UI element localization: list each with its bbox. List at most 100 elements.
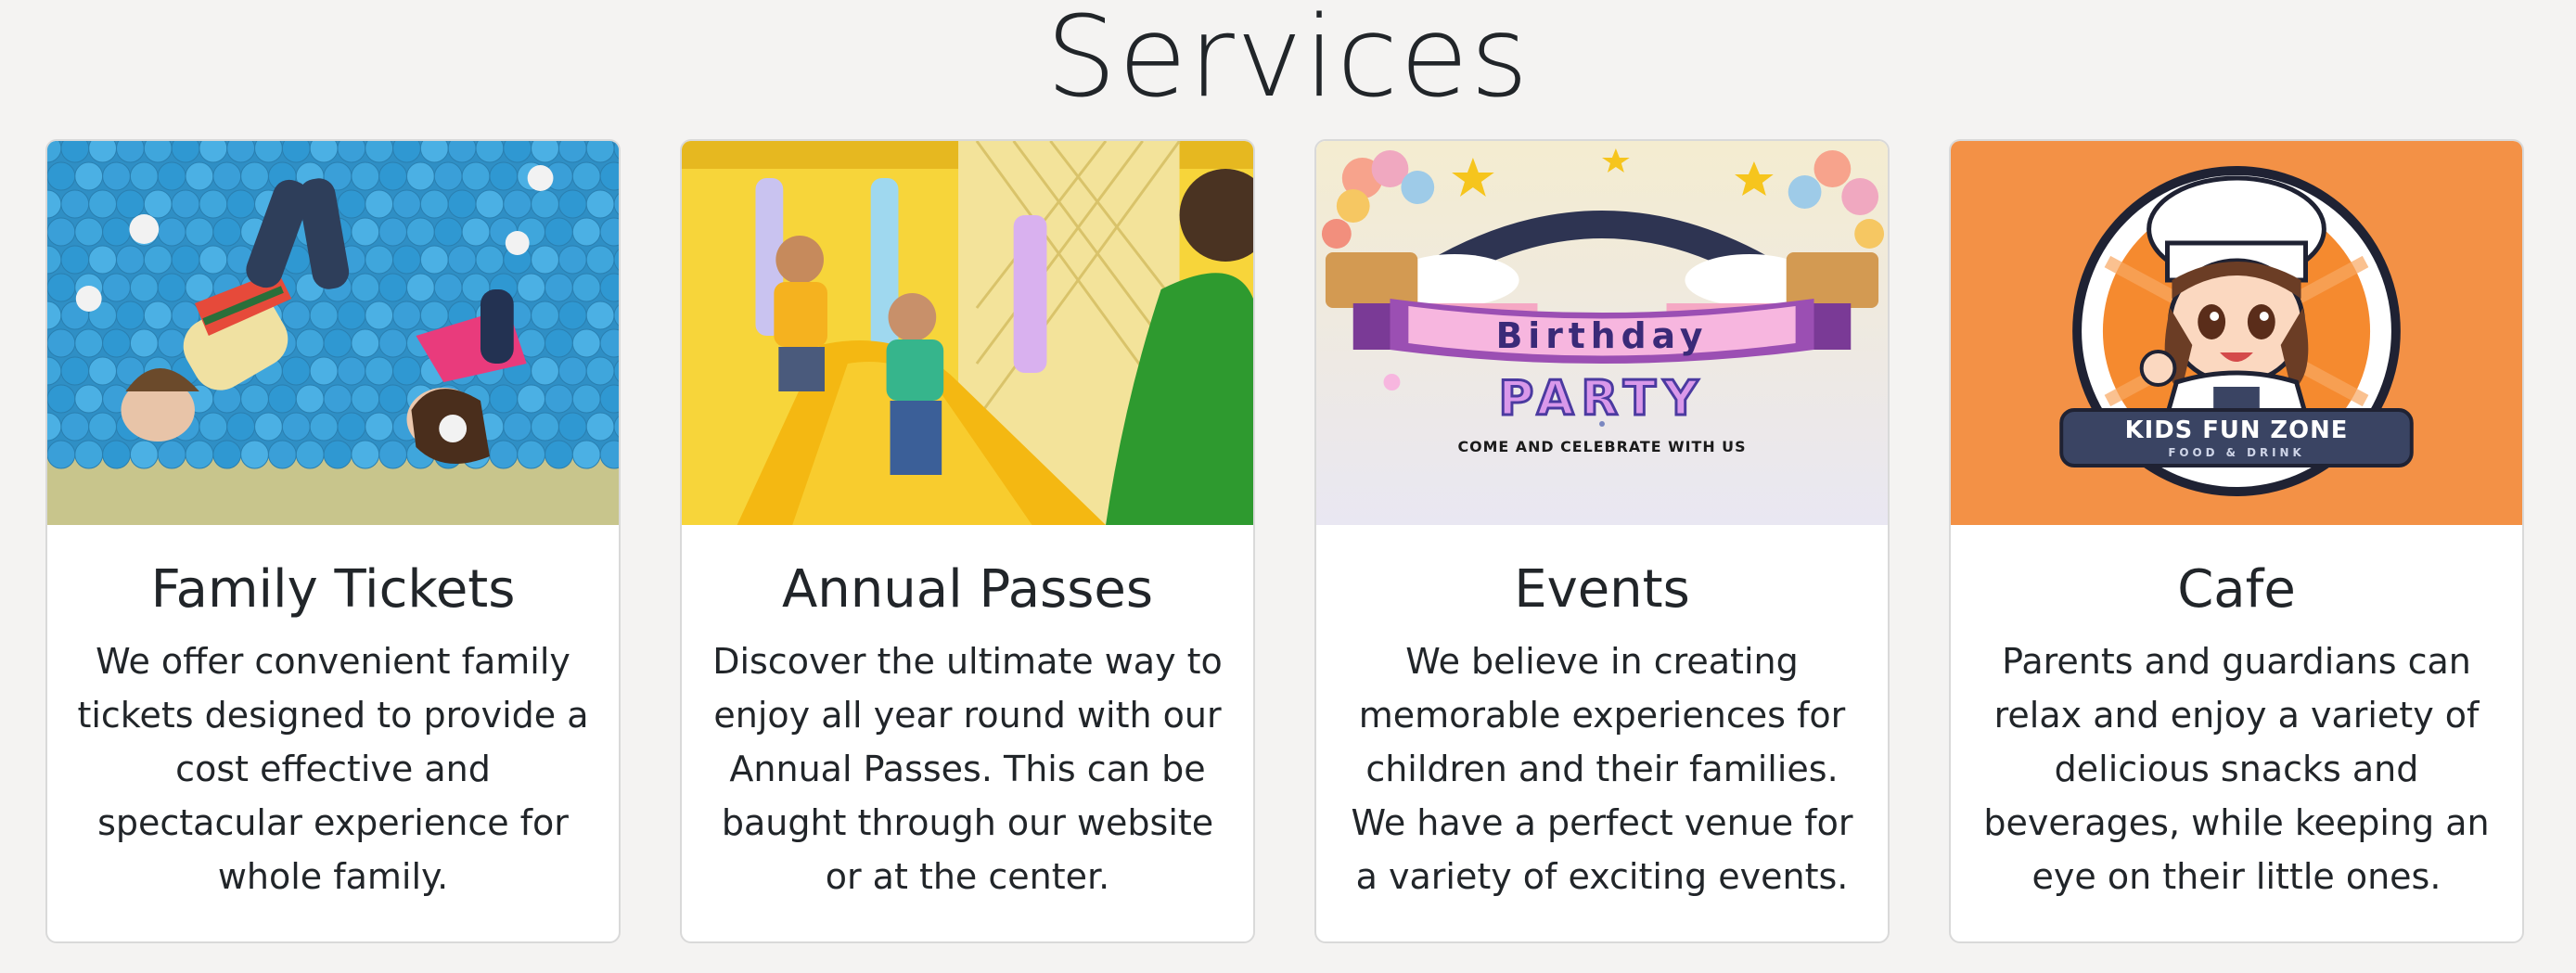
ball bbox=[226, 412, 256, 442]
ball bbox=[240, 440, 269, 469]
ball bbox=[323, 384, 352, 414]
ball bbox=[116, 301, 145, 330]
card-title: Family Tickets bbox=[150, 559, 516, 620]
ball bbox=[531, 301, 559, 330]
card-title: Annual Passes bbox=[781, 559, 1153, 620]
service-card-events[interactable]: Birthday PARTY COME AND CELEBRATE WITH U… bbox=[1314, 139, 1890, 943]
ball bbox=[365, 245, 394, 275]
ball bbox=[405, 217, 435, 247]
card-description: Discover the ultimate way to enjoy all y… bbox=[712, 641, 1223, 897]
ball bbox=[545, 328, 573, 358]
ball bbox=[102, 328, 131, 358]
ball bbox=[337, 301, 366, 330]
ball bbox=[240, 161, 269, 191]
ball bbox=[461, 161, 491, 191]
ball bbox=[88, 356, 118, 386]
ball bbox=[281, 356, 311, 386]
ball bbox=[337, 412, 366, 442]
ball bbox=[475, 189, 505, 219]
ball bbox=[489, 161, 519, 191]
ball bbox=[419, 245, 449, 275]
ball bbox=[323, 440, 352, 469]
ball bbox=[433, 161, 463, 191]
poster-tagline-text: COME AND CELEBRATE WITH US bbox=[1457, 438, 1746, 455]
ball bbox=[171, 245, 200, 275]
birthday-party-image: Birthday PARTY COME AND CELEBRATE WITH U… bbox=[1316, 141, 1888, 525]
poster-headline-text: PARTY bbox=[1499, 371, 1706, 427]
ball bbox=[447, 189, 477, 219]
ball bbox=[199, 189, 228, 219]
ball bbox=[88, 245, 118, 275]
service-card-family-tickets[interactable]: Family Tickets We offer convenient famil… bbox=[45, 139, 621, 943]
ball bbox=[378, 384, 407, 414]
ball bbox=[47, 217, 76, 247]
ball bbox=[129, 273, 159, 302]
ball bbox=[419, 189, 449, 219]
ball bbox=[351, 440, 380, 469]
ball bbox=[378, 217, 407, 247]
ball bbox=[351, 217, 380, 247]
ball bbox=[47, 161, 76, 191]
ball bbox=[503, 189, 532, 219]
ball bbox=[74, 328, 104, 358]
ball bbox=[47, 328, 76, 358]
ball bbox=[212, 161, 242, 191]
ball bbox=[47, 273, 76, 302]
ball bbox=[74, 161, 104, 191]
ball bbox=[102, 273, 131, 302]
ball bbox=[351, 161, 380, 191]
ball bbox=[143, 189, 173, 219]
card-description: We believe in creating memorable experie… bbox=[1351, 641, 1853, 897]
ball bbox=[351, 328, 380, 358]
ball bbox=[351, 384, 380, 414]
ball bbox=[585, 301, 615, 330]
ball bbox=[585, 412, 615, 442]
ball bbox=[185, 161, 214, 191]
ball bbox=[60, 356, 90, 386]
ball bbox=[129, 328, 159, 358]
ball bbox=[199, 245, 228, 275]
ball bbox=[212, 440, 242, 469]
ball bbox=[199, 412, 228, 442]
ball bbox=[531, 245, 559, 275]
cafe-logo-image: KIDS FUN ZONE FOOD & DRINK bbox=[1951, 141, 2522, 525]
ball bbox=[157, 328, 186, 358]
ball bbox=[571, 217, 601, 247]
ball bbox=[254, 412, 283, 442]
ball bbox=[392, 301, 421, 330]
ball bbox=[557, 412, 587, 442]
ball bbox=[281, 412, 311, 442]
ball bbox=[47, 440, 76, 469]
ball bbox=[88, 189, 118, 219]
ball bbox=[419, 301, 449, 330]
ball bbox=[365, 301, 394, 330]
ball bbox=[531, 356, 559, 386]
ball bbox=[571, 161, 601, 191]
ball bbox=[517, 384, 546, 414]
service-card-cafe[interactable]: KIDS FUN ZONE FOOD & DRINK Cafe Parents … bbox=[1949, 139, 2524, 943]
ball bbox=[323, 328, 352, 358]
service-card-annual-passes[interactable]: Annual Passes Discover the ultimate way … bbox=[680, 139, 1255, 943]
ball bbox=[378, 440, 407, 469]
ball bbox=[295, 440, 325, 469]
ball bbox=[337, 189, 366, 219]
logo-name-text: KIDS FUN ZONE bbox=[2125, 416, 2349, 444]
ball bbox=[143, 245, 173, 275]
ball bbox=[240, 384, 269, 414]
card-description: We offer convenient family tickets desig… bbox=[77, 641, 589, 897]
ball bbox=[157, 440, 186, 469]
ball bbox=[517, 440, 546, 469]
ball bbox=[447, 245, 477, 275]
slide-image bbox=[682, 141, 1253, 525]
ball bbox=[571, 273, 601, 302]
ball bbox=[365, 189, 394, 219]
ball bbox=[295, 384, 325, 414]
ball bbox=[47, 384, 76, 414]
ball bbox=[295, 328, 325, 358]
ball bbox=[60, 245, 90, 275]
ball bbox=[102, 440, 131, 469]
ball bbox=[571, 440, 601, 469]
ball bbox=[545, 217, 573, 247]
ball bbox=[185, 217, 214, 247]
ball bbox=[267, 440, 297, 469]
